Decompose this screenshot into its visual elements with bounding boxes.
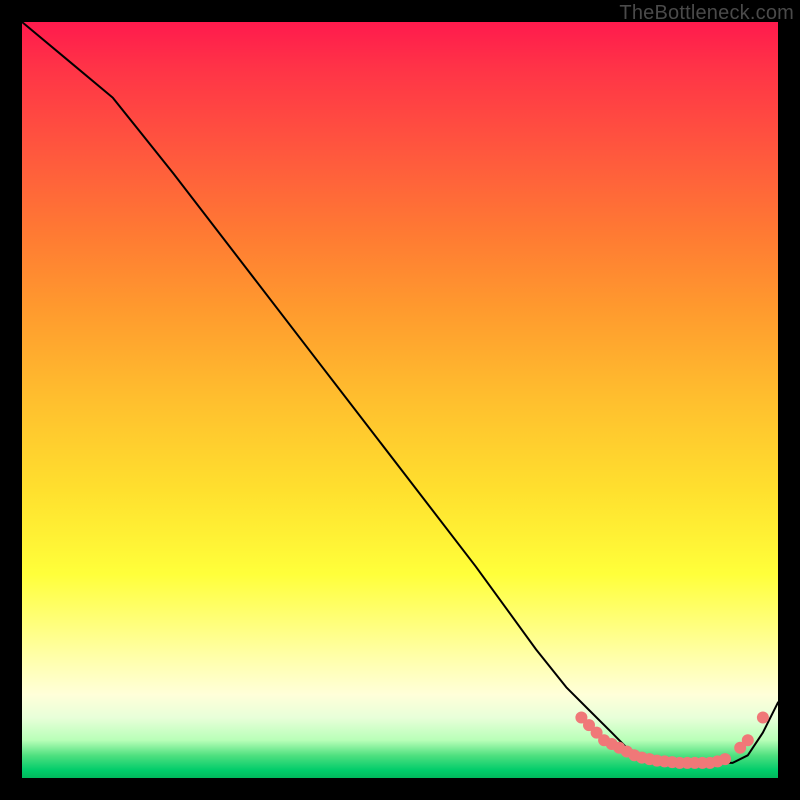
plot-area bbox=[22, 22, 778, 778]
chart-frame: TheBottleneck.com bbox=[0, 0, 800, 800]
marker-dot bbox=[757, 712, 769, 724]
marker-dot bbox=[742, 734, 754, 746]
curve-svg bbox=[22, 22, 778, 778]
watermark-text: TheBottleneck.com bbox=[619, 2, 794, 25]
marker-dot bbox=[719, 753, 731, 765]
bottleneck-curve bbox=[22, 22, 778, 763]
